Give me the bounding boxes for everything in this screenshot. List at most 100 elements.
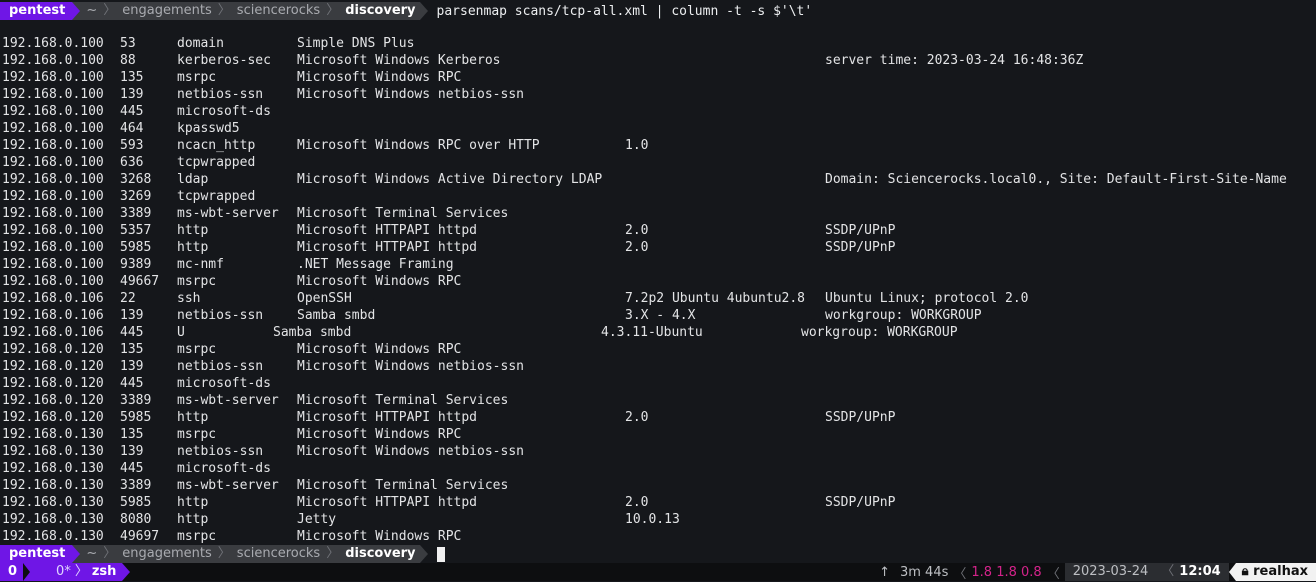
prompt-separator-icon [72, 545, 81, 563]
table-row: 192.168.0.100 139 netbios-ssn Microsoft Win… [0, 86, 1316, 103]
row-product: Microsoft Windows RPC [297, 274, 462, 289]
prompt-path-segment: sciencerocks [236, 546, 321, 561]
command-output: 192.168.0.100 53 domain Simple DNS Plus 192.… [0, 35, 1316, 545]
row-service: tcpwrapped [177, 155, 256, 170]
row-ip: 192.168.0.100 [2, 223, 104, 238]
status-time: 12:04 [1179, 563, 1229, 581]
row-product: Microsoft Windows RPC [297, 70, 462, 85]
row-port: 445 [120, 461, 144, 476]
chevron-left-icon: 〈 [1046, 566, 1060, 582]
row-service: U [177, 325, 185, 340]
load-average: 1.8 1.8 0.8 [971, 564, 1042, 580]
chevron-left-icon: 〈 [1156, 563, 1180, 581]
row-port: 53 [120, 36, 136, 51]
table-row: 192.168.0.120 3389 ms-wbt-server Microsoft … [0, 392, 1316, 409]
row-ip: 192.168.0.100 [2, 206, 104, 221]
table-row: 192.168.0.100 3268 ldap Microsoft Windows A… [0, 171, 1316, 188]
table-row: 192.168.0.100 5985 http Microsoft HTTPAPI h… [0, 239, 1316, 256]
row-product: Microsoft Terminal Services [297, 206, 509, 221]
chevron-right-icon: 〉 [326, 546, 340, 561]
status-user: 🔒︎ realhax [1235, 563, 1316, 581]
row-ip: 192.168.0.100 [2, 189, 104, 204]
row-ip: 192.168.0.100 [2, 53, 104, 68]
prompt-path: ~ 〉 engagements 〉 sciencerocks 〉 discove… [80, 2, 420, 20]
row-service: http [177, 495, 209, 510]
row-product: Microsoft Windows RPC [297, 529, 462, 544]
separator-icon [23, 563, 31, 581]
table-row: 192.168.0.130 49697 msrpc Microsoft Windows… [0, 528, 1316, 545]
row-product: Microsoft Windows netbios-ssn [297, 359, 524, 374]
row-extra: workgroup: WORKGROUP [801, 325, 958, 340]
row-service: ncacn_http [177, 138, 256, 153]
prompt-home: ~ [86, 3, 98, 18]
row-product: Samba smbd [273, 325, 352, 340]
row-extra: SSDP/UPnP [825, 495, 896, 510]
row-port: 445 [120, 104, 144, 119]
row-port: 135 [120, 70, 144, 85]
row-port: 22 [120, 291, 136, 306]
prompt-end-icon [419, 545, 428, 563]
row-extra: SSDP/UPnP [825, 410, 896, 425]
chevron-right-icon: 〉 [103, 546, 117, 561]
row-service: mc-nmf [177, 257, 224, 272]
row-service: netbios-ssn [177, 87, 264, 102]
row-port: 49667 [120, 274, 160, 289]
row-product: Microsoft Windows netbios-ssn [297, 444, 524, 459]
status-date: 2023-03-24 [1064, 563, 1157, 581]
prompt-host: pentest [0, 2, 73, 20]
row-ip: 192.168.0.100 [2, 70, 104, 85]
table-row: 192.168.0.100 88 kerberos-sec Microsoft Win… [0, 52, 1316, 69]
row-port: 8080 [120, 512, 152, 527]
row-product: Samba smbd [297, 308, 376, 323]
chevron-right-icon: 〉 [74, 564, 88, 579]
row-ip: 192.168.0.130 [2, 461, 104, 476]
row-version: 10.0.13 [625, 512, 680, 527]
prompt-current-dir: discovery [345, 546, 416, 561]
row-ip: 192.168.0.130 [2, 495, 104, 510]
window-number: 0* [56, 564, 71, 579]
row-service: microsoft-ds [177, 104, 271, 119]
row-port: 3389 [120, 478, 152, 493]
table-row: 192.168.0.130 445 microsoft-ds [0, 460, 1316, 477]
terminal-cursor[interactable] [436, 546, 445, 562]
row-service: msrpc [177, 274, 217, 289]
table-row: 192.168.0.120 5985 http Microsoft HTTPAPI h… [0, 409, 1316, 426]
row-product: Microsoft Windows RPC [297, 427, 462, 442]
table-row: 192.168.0.100 53 domain Simple DNS Plus [0, 35, 1316, 52]
row-service: http [177, 223, 209, 238]
row-service: netbios-ssn [177, 444, 264, 459]
row-ip: 192.168.0.120 [2, 410, 104, 425]
chevron-left-icon: 〈 [953, 566, 967, 582]
row-version: 1.0 [625, 138, 649, 153]
row-ip: 192.168.0.100 [2, 240, 104, 255]
row-port: 5985 [120, 410, 152, 425]
row-service: msrpc [177, 529, 217, 544]
username: realhax [1253, 564, 1308, 579]
row-version: 4.3.11-Ubuntu [601, 325, 703, 340]
table-row: 192.168.0.130 135 msrpc Microsoft Windows R… [0, 426, 1316, 443]
row-port: 445 [120, 325, 144, 340]
chevron-right-icon: 〉 [217, 3, 231, 18]
chevron-right-icon: 〉 [103, 3, 117, 18]
row-service: microsoft-ds [177, 461, 271, 476]
row-product: OpenSSH [297, 291, 352, 306]
tmux-status-bar: 0 0* 〉 zsh ↑ 3m 44s 〈 1.8 1.8 0.8 〈 2023-0… [0, 563, 1316, 582]
row-version: 2.0 [625, 223, 649, 238]
row-service: msrpc [177, 427, 217, 442]
row-port: 135 [120, 342, 144, 357]
window-name: zsh [91, 564, 117, 579]
row-service: msrpc [177, 70, 217, 85]
table-row: 192.168.0.100 5357 http Microsoft HTTPAPI h… [0, 222, 1316, 239]
table-row: 192.168.0.100 9389 mc-nmf .NET Message Fram… [0, 256, 1316, 273]
row-ip: 192.168.0.130 [2, 427, 104, 442]
row-product: Microsoft HTTPAPI httpd [297, 240, 478, 255]
table-row: 192.168.0.130 3389 ms-wbt-server Microsoft … [0, 477, 1316, 494]
row-port: 3268 [120, 172, 152, 187]
window-tab[interactable]: 0* 〉 zsh [30, 563, 123, 581]
session-index[interactable]: 0 [0, 563, 24, 581]
row-version: 3.X - 4.X [625, 308, 696, 323]
command-text: parsenmap scans/tcp-all.xml | column -t … [436, 3, 813, 19]
prompt-line: pentest ~ 〉 engagements 〉 sciencerocks 〉… [0, 2, 813, 20]
row-port: 445 [120, 376, 144, 391]
row-ip: 192.168.0.100 [2, 257, 104, 272]
